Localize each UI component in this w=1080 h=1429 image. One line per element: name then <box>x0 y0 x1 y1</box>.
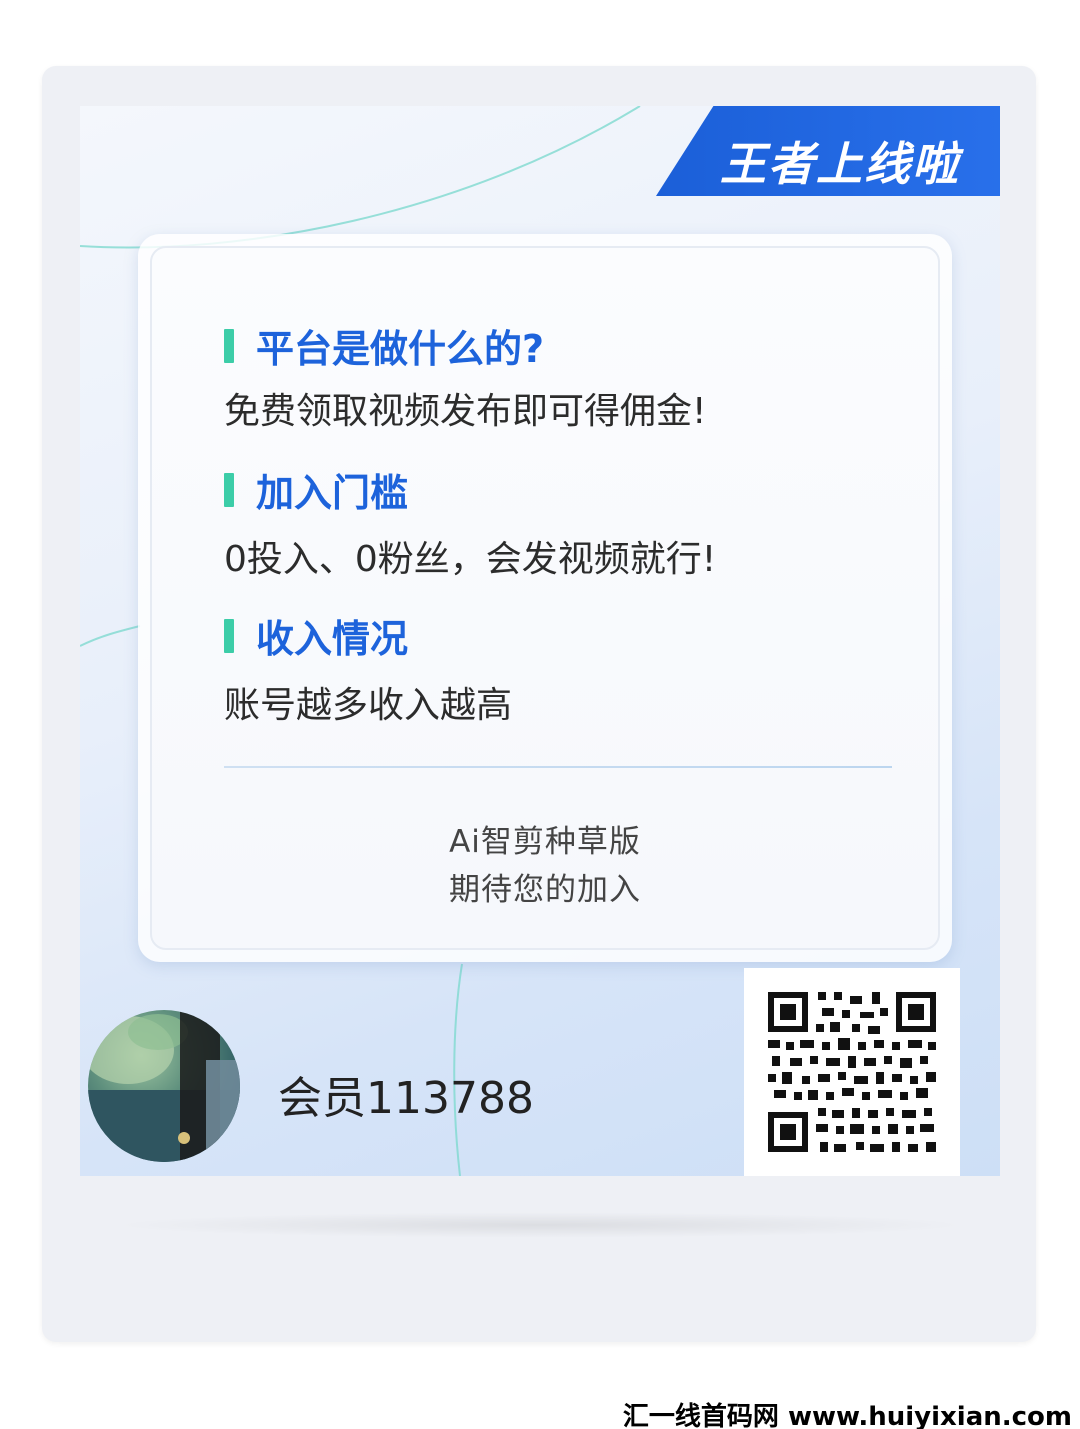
page: 王者上线啦 平台是做什么的? 免费领取视频发布即可得佣金! 加入门槛 0投入、0… <box>0 0 1080 1429</box>
qr-code-icon <box>768 992 936 1152</box>
section-heading-threshold: 加入门槛 <box>224 462 408 517</box>
section-heading-text: 收入情况 <box>256 617 409 661</box>
heading-accent-bar <box>224 328 234 363</box>
section-body-platform: 免费领取视频发布即可得佣金! <box>224 391 707 432</box>
site-watermark: 汇一线首码网 www.huiyixian.com <box>622 1402 1072 1429</box>
section-heading-platform: 平台是做什么的? <box>224 318 544 373</box>
heading-accent-bar <box>224 472 234 507</box>
info-card: 平台是做什么的? 免费领取视频发布即可得佣金! 加入门槛 0投入、0粉丝，会发视… <box>138 234 952 962</box>
avatar <box>88 1010 240 1162</box>
banner-title: 王者上线啦 <box>720 137 960 191</box>
section-heading-text: 加入门槛 <box>256 471 409 515</box>
member-name: 会员113788 <box>278 1073 534 1124</box>
section-body-income: 账号越多收入越高 <box>224 685 513 726</box>
section-heading-text: 平台是做什么的? <box>256 327 545 371</box>
info-card-inner: 平台是做什么的? 免费领取视频发布即可得佣金! 加入门槛 0投入、0粉丝，会发视… <box>150 246 940 950</box>
avatar-photo-icon <box>88 1010 240 1162</box>
frame-shadow <box>110 1212 970 1238</box>
section-heading-income: 收入情况 <box>224 608 408 663</box>
section-body-threshold: 0投入、0粉丝，会发视频就行! <box>224 539 717 580</box>
poster: 王者上线啦 平台是做什么的? 免费领取视频发布即可得佣金! 加入门槛 0投入、0… <box>80 106 1000 1176</box>
invite-text: 期待您的加入 <box>449 872 641 908</box>
product-name: Ai智剪种草版 <box>449 824 641 860</box>
heading-accent-bar <box>224 618 234 653</box>
divider <box>224 766 892 768</box>
qr-code <box>744 968 960 1176</box>
